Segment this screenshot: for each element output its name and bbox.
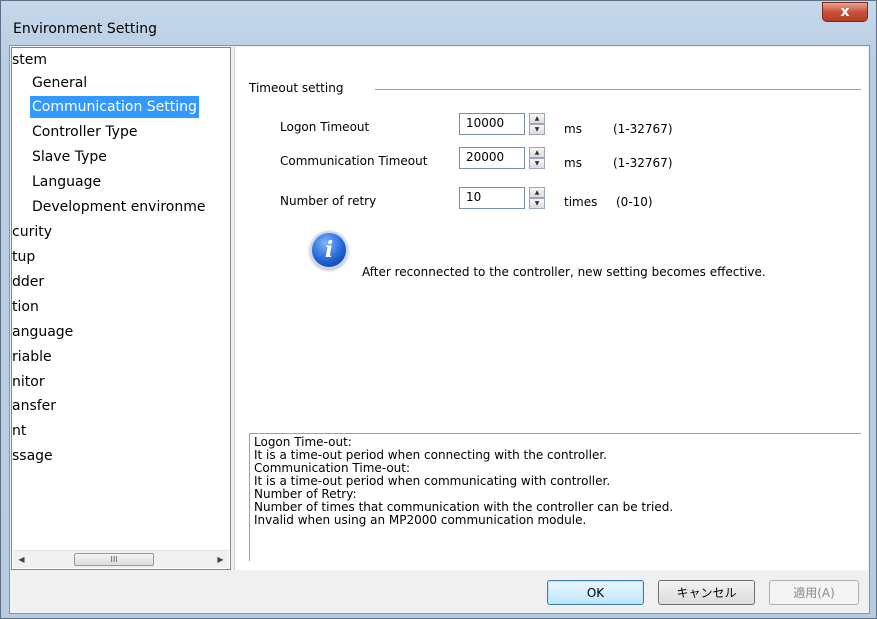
retry-count-input[interactable]: 10 — [459, 187, 525, 209]
spin-up-icon[interactable]: ▲ — [529, 113, 545, 124]
scroll-left-icon[interactable]: ◀ — [13, 551, 30, 568]
retry-count-range: (0-10) — [616, 195, 653, 209]
tree-item-communication-setting[interactable]: Communication Setting — [30, 96, 199, 118]
help-description-box: Logon Time-out: It is a time-out period … — [249, 433, 861, 561]
tree-item-print[interactable]: nt — [12, 420, 26, 442]
logon-timeout-unit: ms — [564, 122, 582, 136]
communication-timeout-unit: ms — [564, 156, 582, 170]
spin-up-icon[interactable]: ▲ — [529, 187, 545, 198]
tree-item-setup[interactable]: tup — [12, 246, 35, 268]
info-message: After reconnected to the controller, new… — [362, 265, 766, 279]
logon-timeout-range: (1-32767) — [613, 122, 673, 136]
tree-item-language[interactable]: Language — [32, 171, 101, 193]
tree-item-controller-type[interactable]: Controller Type — [32, 121, 137, 143]
cancel-button[interactable]: キャンセル — [658, 580, 755, 605]
spin-down-icon[interactable]: ▼ — [529, 198, 545, 209]
window-title: Environment Setting — [13, 21, 157, 37]
tree-item-slave-type[interactable]: Slave Type — [32, 146, 107, 168]
settings-tree[interactable]: stem General Communication Setting Contr… — [11, 47, 231, 570]
scroll-thumb[interactable]: III — [74, 553, 154, 566]
spin-down-icon[interactable]: ▼ — [529, 158, 545, 169]
environment-setting-window: Environment Setting x stem General Commu… — [0, 0, 877, 619]
tree-item-motion[interactable]: tion — [12, 296, 39, 318]
spin-up-icon[interactable]: ▲ — [529, 147, 545, 158]
close-button[interactable]: x — [822, 2, 868, 22]
tree-item-general[interactable]: General — [32, 72, 87, 94]
apply-button[interactable]: 適用(A) — [769, 580, 859, 605]
dialog-client-area: stem General Communication Setting Contr… — [9, 45, 870, 614]
spin-down-icon[interactable]: ▼ — [529, 124, 545, 135]
communication-timeout-range: (1-32767) — [613, 156, 673, 170]
scroll-right-icon[interactable]: ▶ — [212, 551, 229, 568]
tree-horizontal-scrollbar[interactable]: ◀ III ▶ — [13, 550, 229, 568]
help-line: Invalid when using an MP2000 communicati… — [254, 513, 587, 527]
communication-timeout-label: Communication Timeout — [280, 154, 428, 168]
tree-item-text-language[interactable]: anguage — [12, 321, 73, 343]
info-icon: i — [310, 231, 348, 269]
ok-button[interactable]: OK — [547, 580, 644, 605]
retry-count-label: Number of retry — [280, 194, 377, 208]
tree-item-development-environment[interactable]: Development environme — [32, 196, 206, 218]
tree-item-security[interactable]: curity — [12, 221, 52, 243]
tree-item-transfer[interactable]: ansfer — [12, 395, 56, 417]
tree-item-system[interactable]: stem — [12, 49, 47, 71]
retry-count-unit: times — [564, 195, 598, 209]
tree-item-monitor[interactable]: nitor — [12, 371, 45, 393]
close-icon: x — [840, 4, 850, 20]
tree-item-message[interactable]: ssage — [12, 445, 53, 467]
communication-timeout-input[interactable]: 20000 — [459, 147, 525, 169]
group-divider — [375, 89, 861, 90]
logon-timeout-spinner[interactable]: ▲ ▼ — [529, 113, 545, 135]
tree-item-ladder[interactable]: dder — [12, 271, 44, 293]
communication-timeout-spinner[interactable]: ▲ ▼ — [529, 147, 545, 169]
timeout-group-title: Timeout setting — [249, 81, 344, 95]
retry-count-spinner[interactable]: ▲ ▼ — [529, 187, 545, 209]
settings-panel: Timeout setting Logon Timeout 10000 ▲ ▼ … — [234, 47, 868, 570]
logon-timeout-label: Logon Timeout — [280, 120, 370, 134]
logon-timeout-input[interactable]: 10000 — [459, 113, 525, 135]
tree-item-variable[interactable]: riable — [12, 346, 52, 368]
